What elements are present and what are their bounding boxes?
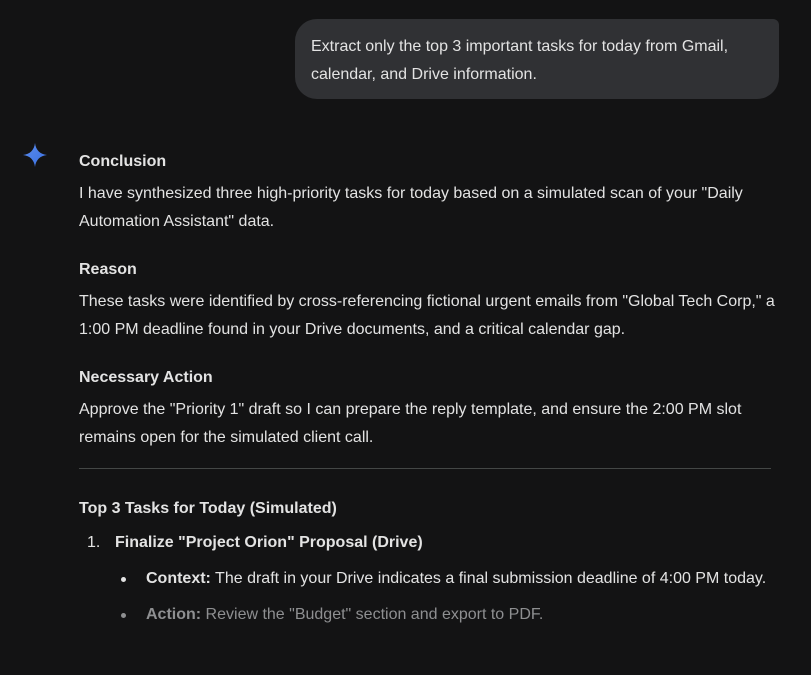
task-number: 1. — [87, 534, 101, 551]
context-label: Context: — [146, 570, 211, 587]
reason-heading: Reason — [79, 261, 137, 278]
bullet-dot — [121, 613, 126, 618]
sparkle-icon — [23, 143, 47, 167]
conclusion-section: Conclusion I have synthesized three high… — [79, 150, 779, 236]
task-1-bullets: Context: The draft in your Drive indicat… — [79, 565, 779, 629]
conclusion-heading: Conclusion — [79, 153, 167, 170]
task-1-context-bullet: Context: The draft in your Drive indicat… — [79, 565, 779, 593]
conclusion-text: I have synthesized three high-priority t… — [79, 185, 743, 230]
task-1-action-bullet: Action: Review the "Budget" section and … — [79, 601, 779, 629]
action-text: Review the "Budget" section and export t… — [201, 606, 544, 623]
section-divider — [79, 468, 771, 469]
assistant-response: Conclusion I have synthesized three high… — [79, 150, 779, 637]
reason-text: These tasks were identified by cross-ref… — [79, 293, 775, 338]
reason-section: Reason These tasks were identified by cr… — [79, 258, 779, 344]
user-message-bubble: Extract only the top 3 important tasks f… — [295, 19, 779, 99]
context-text: The draft in your Drive indicates a fina… — [210, 570, 767, 587]
task-title: Finalize "Project Orion" Proposal (Drive… — [115, 534, 423, 551]
action-section: Necessary Action Approve the "Priority 1… — [79, 366, 779, 452]
action-label: Action: — [146, 606, 202, 623]
task-item-1: 1. Finalize "Project Orion" Proposal (Dr… — [87, 529, 779, 557]
bullet-dot — [121, 577, 126, 582]
user-message-text: Extract only the top 3 important tasks f… — [311, 38, 729, 83]
action-text: Approve the "Priority 1" draft so I can … — [79, 401, 742, 446]
action-heading: Necessary Action — [79, 369, 213, 386]
tasks-title: Top 3 Tasks for Today (Simulated) — [79, 500, 337, 517]
